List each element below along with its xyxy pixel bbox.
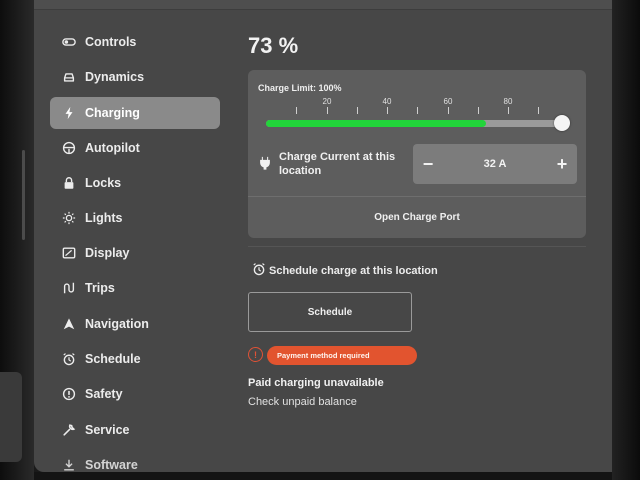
slider-tick xyxy=(387,107,388,114)
sidebar-item-software[interactable]: Software xyxy=(50,449,220,480)
tick-label: 20 xyxy=(322,97,332,106)
download-icon xyxy=(60,457,78,473)
charge-level-fill xyxy=(266,120,487,127)
sidebar-item-controls[interactable]: Controls xyxy=(50,26,220,58)
sidebar-item-label: Navigation xyxy=(85,317,149,331)
wrench-icon xyxy=(60,422,78,438)
sidebar-item-trips[interactable]: Trips xyxy=(50,272,220,304)
charging-card: Charge Limit: 100% 20 40 60 80 Charge Cu… xyxy=(248,70,586,238)
charge-current-stepper: − 32 A + xyxy=(413,144,577,184)
tick-label: 40 xyxy=(382,97,392,106)
sidebar-item-label: Schedule xyxy=(85,352,141,366)
charging-panel: 73 % Charge Limit: 100% 20 40 60 80 Char… xyxy=(248,0,612,472)
increase-current-button[interactable]: + xyxy=(547,144,577,184)
car-icon xyxy=(60,69,78,85)
sidebar-item-label: Safety xyxy=(85,387,123,401)
schedule-charge-row: Schedule charge at this location xyxy=(252,262,438,279)
sidebar-item-locks[interactable]: Locks xyxy=(50,167,220,199)
alarm-clock-icon xyxy=(60,351,78,367)
alarm-clock-icon xyxy=(252,262,269,279)
slider-tick xyxy=(327,107,328,114)
alert-circle-icon xyxy=(60,386,78,402)
sidebar-item-autopilot[interactable]: Autopilot xyxy=(50,132,220,164)
charge-limit-slider-handle[interactable] xyxy=(554,115,570,131)
sidebar-item-label: Controls xyxy=(85,35,137,49)
right-bezel xyxy=(612,0,640,480)
section-divider xyxy=(248,246,586,247)
sidebar-item-navigation[interactable]: Navigation xyxy=(50,308,220,340)
sidebar-item-label: Dynamics xyxy=(85,70,145,84)
sun-icon xyxy=(60,210,78,226)
sidebar-item-label: Locks xyxy=(85,176,122,190)
schedule-charge-label: Schedule charge at this location xyxy=(269,264,438,277)
payment-required-badge: Payment method required xyxy=(267,346,417,365)
sidebar-item-label: Service xyxy=(85,423,130,437)
sidebar-item-charging[interactable]: Charging xyxy=(50,97,220,129)
charge-current-value: 32 A xyxy=(483,158,507,170)
sidebar-item-safety[interactable]: Safety xyxy=(50,378,220,410)
trips-icon xyxy=(60,280,78,296)
sidebar-item-display[interactable]: Display xyxy=(50,237,220,269)
navigation-arrow-icon xyxy=(60,316,78,332)
bezel-handle xyxy=(0,372,22,462)
charge-current-label: Charge Current at this location xyxy=(279,151,396,177)
check-unpaid-balance-link[interactable]: Check unpaid balance xyxy=(248,396,357,408)
paid-charging-status: Paid charging unavailable xyxy=(248,377,384,389)
sidebar-item-label: Autopilot xyxy=(85,141,140,155)
battery-level: 73 % xyxy=(248,33,299,58)
left-bezel xyxy=(0,0,34,480)
charge-limit-label: Charge Limit: 100% xyxy=(258,83,342,93)
slider-tick xyxy=(357,107,358,114)
bezel-scroll-indicator xyxy=(22,150,25,240)
slider-tick xyxy=(508,107,509,114)
slider-tick xyxy=(417,107,418,114)
display-icon xyxy=(60,245,78,261)
open-charge-port-button[interactable]: Open Charge Port xyxy=(248,197,586,238)
settings-screen: Controls Dynamics Charging Autopilot Loc… xyxy=(34,0,612,472)
steering-wheel-icon xyxy=(60,140,78,156)
decrease-current-button[interactable]: − xyxy=(413,144,443,184)
slider-tick xyxy=(538,107,539,114)
tick-label: 60 xyxy=(443,97,453,106)
slider-tick xyxy=(478,107,479,114)
slider-tick xyxy=(296,107,297,114)
slider-tick xyxy=(448,107,449,114)
schedule-button[interactable]: Schedule xyxy=(248,292,412,332)
sidebar-item-label: Software xyxy=(85,458,138,472)
bolt-icon xyxy=(60,105,78,121)
warning-icon: ! xyxy=(248,347,263,362)
tick-label: 80 xyxy=(503,97,513,106)
sidebar-item-dynamics[interactable]: Dynamics xyxy=(50,61,220,93)
sidebar-item-lights[interactable]: Lights xyxy=(50,202,220,234)
charge-limit-slider[interactable] xyxy=(266,120,568,127)
plug-icon xyxy=(258,156,272,170)
lock-icon xyxy=(60,175,78,191)
sidebar-item-label: Lights xyxy=(85,211,123,225)
sidebar-item-label: Trips xyxy=(85,281,115,295)
sidebar-item-service[interactable]: Service xyxy=(50,414,220,446)
sidebar-item-schedule[interactable]: Schedule xyxy=(50,343,220,375)
sidebar-item-label: Charging xyxy=(85,106,140,120)
toggle-icon xyxy=(60,34,78,50)
sidebar-item-label: Display xyxy=(85,246,130,260)
